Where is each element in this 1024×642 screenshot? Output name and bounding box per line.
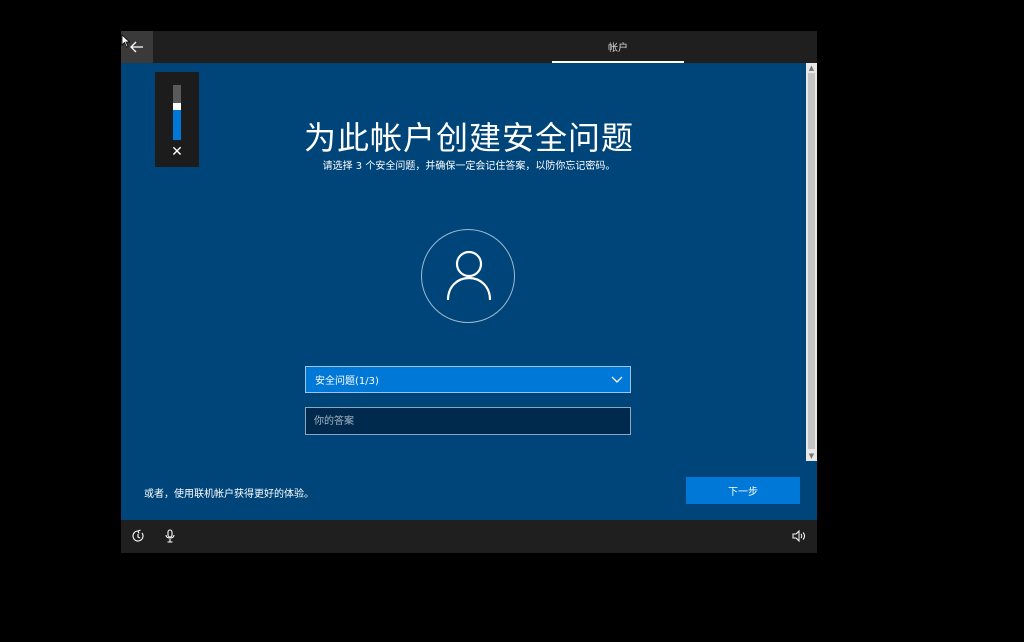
scrollbar[interactable]: ▲ ▼ [806, 63, 817, 461]
speaker-icon[interactable] [791, 528, 807, 544]
top-bar: 帐户 [121, 31, 817, 63]
bottom-bar [121, 520, 817, 553]
tab-account[interactable]: 帐户 [552, 31, 684, 63]
volume-slider-thumb[interactable] [173, 103, 181, 110]
user-icon [446, 250, 492, 301]
page-subtitle: 请选择 3 个安全问题，并确保一定会记住答案，以防你忘记密码。 [322, 161, 616, 172]
scroll-up-icon[interactable]: ▲ [806, 63, 817, 73]
chevron-down-icon [611, 376, 623, 383]
arrow-left-icon [130, 41, 143, 53]
scroll-down-icon[interactable]: ▼ [806, 451, 817, 461]
next-button[interactable]: 下一步 [686, 477, 800, 504]
avatar [421, 229, 515, 323]
security-question-dropdown[interactable]: 安全问题(1/3) [305, 366, 631, 393]
scrollbar-thumb[interactable] [808, 73, 815, 449]
answer-input[interactable] [305, 407, 631, 435]
oobe-window: 帐户 ✕ 为此帐户创建安全问题 请选择 3 个安全问题，并确保一定会记住答案，以… [121, 31, 817, 553]
online-account-link[interactable]: 或者，使用联机帐户获得更好的体验。 [144, 485, 314, 500]
page-title: 为此帐户创建安全问题 [303, 119, 634, 157]
microphone-icon[interactable] [162, 528, 178, 544]
accessibility-icon[interactable] [130, 528, 146, 544]
mouse-cursor-icon [121, 34, 131, 48]
security-question-selected: 安全问题(1/3) [315, 376, 379, 387]
